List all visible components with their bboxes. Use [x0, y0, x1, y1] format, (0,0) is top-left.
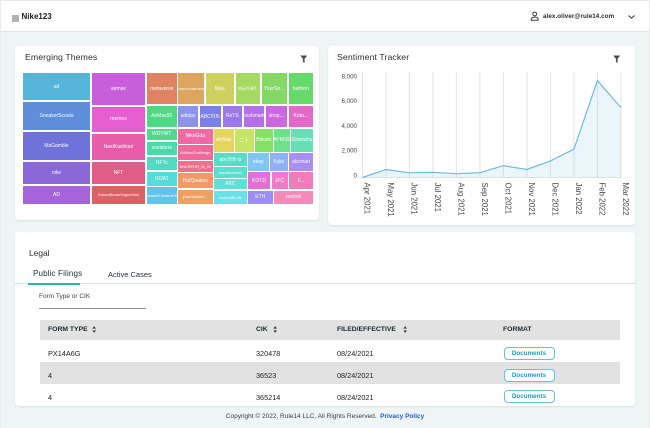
svg-text:Jan 2022: Jan 2022: [574, 183, 583, 215]
svg-text:Nov 2021: Nov 2021: [527, 183, 536, 216]
svg-text:Oct 2021: Oct 2021: [504, 183, 513, 215]
svg-text:Sep 2021: Sep 2021: [480, 183, 489, 216]
svg-text:Jul 2021: Jul 2021: [433, 183, 442, 212]
svg-text:2,000: 2,000: [342, 148, 358, 155]
svg-text:Apr 2021: Apr 2021: [363, 183, 372, 215]
svg-text:Mar 2022: Mar 2022: [621, 183, 630, 216]
svg-text:Dec 2021: Dec 2021: [551, 183, 560, 216]
svg-text:0: 0: [354, 172, 358, 179]
svg-text:Jun 2021: Jun 2021: [410, 183, 419, 215]
svg-text:Aug 2021: Aug 2021: [457, 183, 466, 216]
svg-text:Feb 2022: Feb 2022: [598, 183, 607, 216]
svg-text:May 2021: May 2021: [386, 183, 395, 217]
svg-text:8,000: 8,000: [342, 74, 358, 81]
svg-text:6,000: 6,000: [342, 98, 358, 105]
svg-text:4,000: 4,000: [342, 123, 358, 130]
